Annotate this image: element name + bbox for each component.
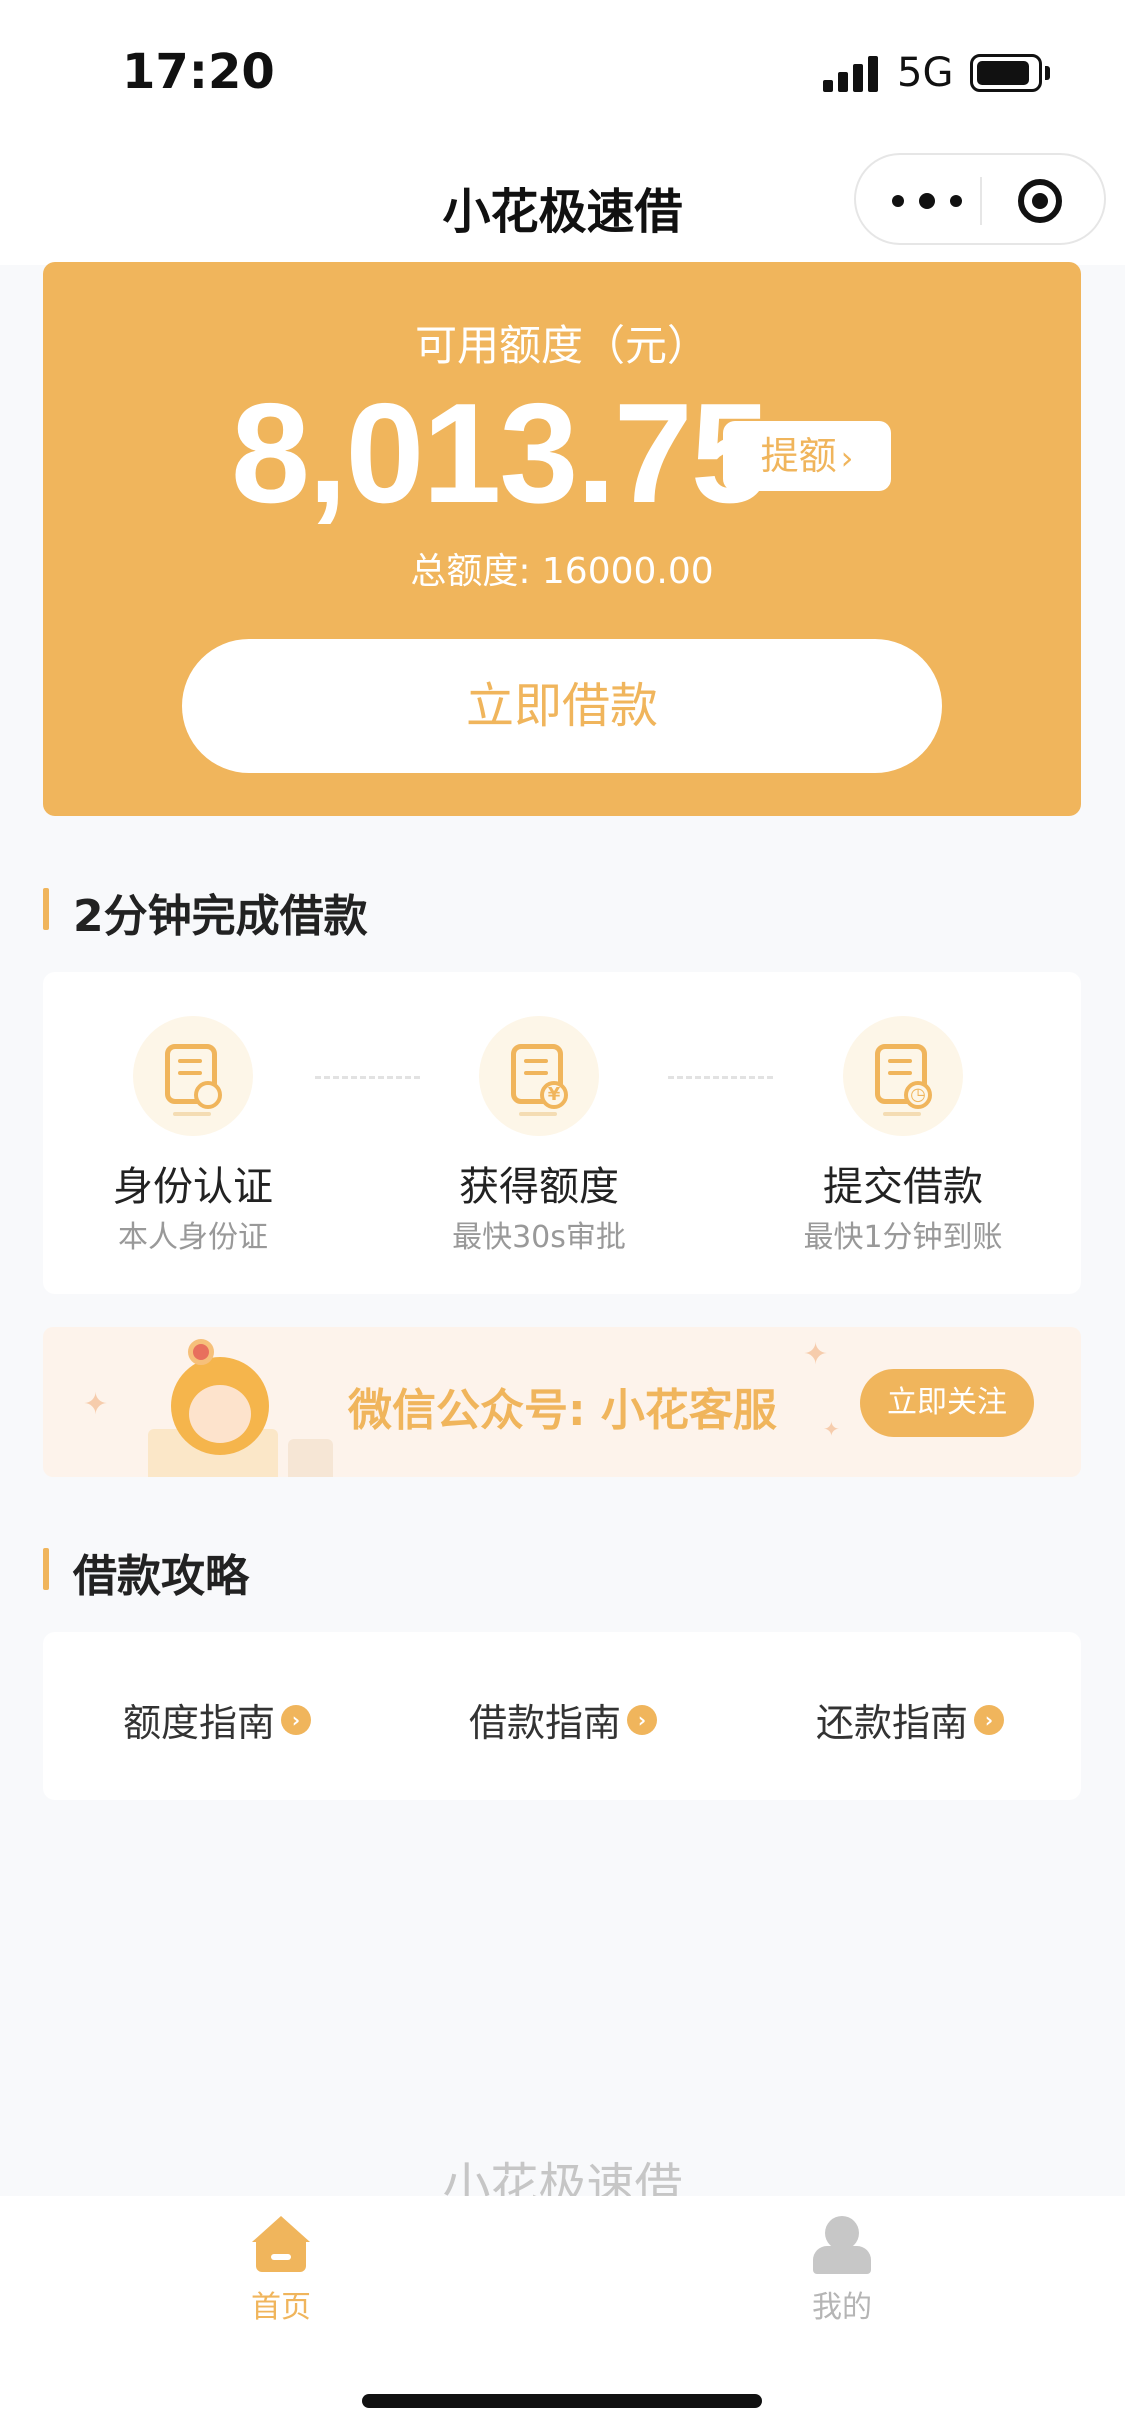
nav-bar: 小花极速借 xyxy=(0,140,1125,265)
battery-icon xyxy=(970,54,1042,92)
guide-section-title: 借款攻略 xyxy=(43,1540,249,1604)
home-icon xyxy=(252,2216,310,2274)
step-icon-bg xyxy=(133,1016,253,1136)
step-desc: 本人身份证 xyxy=(118,1220,268,1255)
sparkle-icon: ✦ xyxy=(83,1387,109,1422)
home-indicator xyxy=(362,2394,762,2408)
guide-item-label: 借款指南 xyxy=(469,1701,622,1745)
arrow-right-icon: › xyxy=(627,1704,658,1735)
status-bar: 17:20 5G xyxy=(0,0,1125,140)
chevron-right-icon: › xyxy=(840,439,854,477)
step-desc: 最快1分钟到账 xyxy=(803,1220,1003,1255)
available-credit-label: 可用额度（元） xyxy=(414,321,709,370)
borrow-now-button[interactable]: 立即借款 xyxy=(182,639,942,773)
tab-label: 首页 xyxy=(251,2290,311,2325)
credit-card: 可用额度（元） 8,013.75 提额 › 总额度: 16000.00 立即借款 xyxy=(43,262,1081,816)
guide-item-label: 还款指南 xyxy=(816,1701,969,1745)
total-credit: 总额度: 16000.00 xyxy=(410,551,714,592)
capsule-divider xyxy=(980,177,982,225)
step-icon-bg: ◷ xyxy=(843,1016,963,1136)
signal-icon xyxy=(823,56,881,92)
wechat-banner[interactable]: ✦ ✦ ✦ 微信公众号: 小花客服 立即关注 xyxy=(43,1327,1081,1477)
arrow-right-icon: › xyxy=(974,1704,1005,1735)
step-name: 身份认证 xyxy=(113,1164,273,1210)
user-icon xyxy=(813,2216,871,2274)
steps-section-title: 2分钟完成借款 xyxy=(43,880,368,944)
target-circle-icon[interactable] xyxy=(1018,179,1062,223)
guide-item-repay[interactable]: 还款指南 › xyxy=(816,1692,1005,1747)
raise-limit-button[interactable]: 提额 › xyxy=(723,421,891,491)
step-name: 获得额度 xyxy=(459,1164,619,1210)
raise-limit-label: 提额 xyxy=(760,434,837,478)
step-connector xyxy=(315,1076,420,1079)
mascot-icon xyxy=(171,1357,269,1455)
more-dots-icon[interactable] xyxy=(892,183,962,219)
id-document-icon xyxy=(165,1044,222,1109)
guide-item-label: 额度指南 xyxy=(123,1701,276,1745)
guide-item-credit[interactable]: 额度指南 › xyxy=(123,1692,312,1747)
step-name: 提交借款 xyxy=(823,1164,983,1210)
battery-tip xyxy=(1045,66,1050,80)
flower-icon xyxy=(188,1339,214,1365)
mascot-box xyxy=(288,1439,333,1477)
follow-button[interactable]: 立即关注 xyxy=(860,1369,1034,1437)
step-desc: 最快30s审批 xyxy=(452,1220,626,1255)
yuan-document-icon: ¥ xyxy=(511,1044,568,1109)
sparkle-icon: ✦ xyxy=(823,1417,840,1441)
step-connector xyxy=(668,1076,773,1079)
clock-document-icon: ◷ xyxy=(875,1044,932,1109)
network-type: 5G xyxy=(897,50,954,96)
guide-card: 额度指南 › 借款指南 › 还款指南 › xyxy=(43,1632,1081,1800)
sparkle-icon: ✦ xyxy=(803,1337,829,1372)
tab-mine[interactable]: 我的 xyxy=(742,2216,942,2326)
steps-card: 身份认证 本人身份证 ¥ 获得额度 最快30s审批 ◷ 提交借款 最快1分钟到账 xyxy=(43,972,1081,1294)
tab-home[interactable]: 首页 xyxy=(181,2216,381,2326)
status-time: 17:20 xyxy=(122,44,275,100)
tab-label: 我的 xyxy=(812,2290,872,2325)
banner-text: 微信公众号: 小花客服 xyxy=(348,1385,777,1436)
mini-program-capsule xyxy=(854,153,1106,245)
step-icon-bg: ¥ xyxy=(479,1016,599,1136)
guide-item-borrow[interactable]: 借款指南 › xyxy=(469,1692,658,1747)
arrow-right-icon: › xyxy=(281,1704,312,1735)
available-credit-amount: 8,013.75 xyxy=(231,374,770,533)
